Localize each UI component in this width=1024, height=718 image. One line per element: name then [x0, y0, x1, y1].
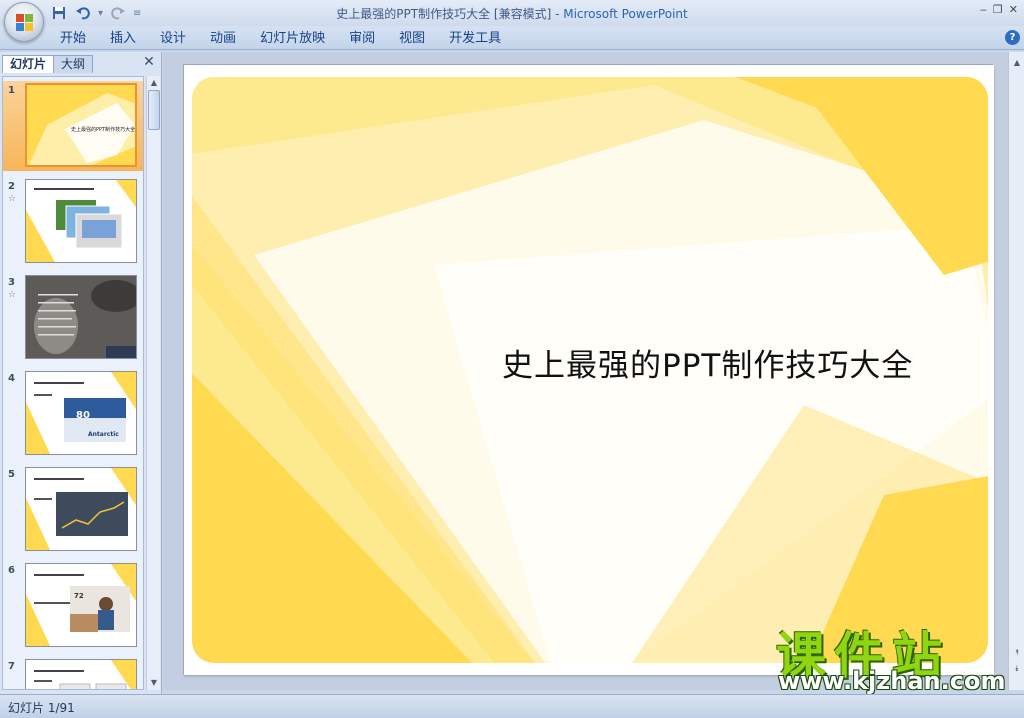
tab-animations[interactable]: 动画: [198, 30, 248, 48]
scroll-thumb[interactable]: [148, 90, 160, 130]
tab-slide-show[interactable]: 幻灯片放映: [248, 30, 337, 48]
title-separator: -: [551, 7, 564, 21]
slide-thumbnail-2[interactable]: 2 ☆: [3, 177, 143, 267]
watermark-url: www.kjzhan.com: [778, 667, 1006, 695]
slide-workspace: 史上最强的PPT制作技巧大全: [163, 52, 1008, 690]
slide-thumbnail-image: [25, 467, 137, 551]
previous-slide-icon[interactable]: ⯭: [1012, 648, 1022, 658]
slide-canvas[interactable]: 史上最强的PPT制作技巧大全: [183, 64, 994, 675]
app-name: Microsoft PowerPoint: [563, 7, 688, 21]
next-slide-icon[interactable]: ⯯: [1012, 664, 1022, 674]
slides-pane: 幻灯片 大纲 ✕ 1 史上最强的PPT制作技巧大全 2 ☆ 3 ☆ 4 80 A…: [0, 52, 162, 694]
window-controls: ‒ ❐ ✕: [980, 3, 1018, 16]
svg-text:72: 72: [74, 592, 84, 600]
office-logo-icon: [16, 14, 34, 32]
svg-text:80: 80: [76, 410, 90, 421]
slide-number: 2: [8, 181, 15, 192]
tab-slides[interactable]: 幻灯片: [2, 55, 55, 73]
slide-number: 1: [8, 85, 15, 96]
watermark-logo: 课件站 www.kjzhan.com: [772, 616, 1010, 696]
slide-number: 4: [8, 373, 15, 384]
restore-icon[interactable]: ❐: [993, 3, 1003, 16]
thumbnail-list: 1 史上最强的PPT制作技巧大全 2 ☆ 3 ☆ 4 80 Antarctic …: [2, 76, 144, 690]
help-icon[interactable]: ?: [1005, 30, 1020, 45]
slide-thumbnail-7[interactable]: 7: [3, 657, 143, 689]
ribbon-tab-bar: 开始 插入 设计 动画 幻灯片放映 审阅 视图 开发工具 ?: [0, 26, 1024, 50]
close-icon[interactable]: ✕: [1009, 3, 1018, 16]
tab-view[interactable]: 视图: [387, 30, 437, 48]
tab-design[interactable]: 设计: [148, 30, 198, 48]
slide-title[interactable]: 史上最强的PPT制作技巧大全: [502, 340, 913, 385]
thumb-title-text: 史上最强的PPT制作技巧大全: [71, 126, 135, 133]
slide-scrollbar[interactable]: ▲ ⯭ ⯯: [1008, 52, 1024, 690]
status-bar: 幻灯片 1/91: [0, 694, 1024, 718]
slide-thumbnail-image: 72: [25, 563, 137, 647]
thumbnail-scrollbar[interactable]: ▲ ▼: [146, 76, 160, 690]
slide-thumbnail-image: 80 Antarctic: [25, 371, 137, 455]
document-title: 史上最强的PPT制作技巧大全 [兼容模式]: [336, 7, 552, 21]
close-pane-icon[interactable]: ✕: [142, 55, 156, 70]
tab-developer[interactable]: 开发工具: [437, 30, 513, 48]
tab-insert[interactable]: 插入: [98, 30, 148, 48]
scroll-up-icon[interactable]: ▲: [1012, 58, 1022, 67]
slide-thumbnail-4[interactable]: 4 80 Antarctic: [3, 369, 143, 459]
office-button[interactable]: [4, 2, 44, 42]
tab-home[interactable]: 开始: [48, 30, 98, 48]
slide-number: 5: [8, 469, 15, 480]
scroll-up-icon[interactable]: ▲: [149, 77, 159, 89]
animation-star-icon: ☆: [8, 290, 17, 300]
scroll-down-icon[interactable]: ▼: [149, 677, 159, 689]
svg-text:Antarctic: Antarctic: [88, 431, 119, 438]
tab-review[interactable]: 审阅: [337, 30, 387, 48]
slide-number: 6: [8, 565, 15, 576]
slide-number: 3: [8, 277, 15, 288]
slide-thumbnail-6[interactable]: 6 72: [3, 561, 143, 651]
slide-thumbnail-5[interactable]: 5: [3, 465, 143, 555]
slide-thumbnail-image: 史上最强的PPT制作技巧大全: [25, 83, 137, 167]
tab-outline[interactable]: 大纲: [53, 55, 94, 73]
window-title: 史上最强的PPT制作技巧大全 [兼容模式] - Microsoft PowerP…: [0, 5, 1024, 22]
slide-thumbnail-1[interactable]: 1 史上最强的PPT制作技巧大全: [3, 81, 143, 171]
slide-thumbnail-3[interactable]: 3 ☆: [3, 273, 143, 363]
title-bar: ▾ ≡ 史上最强的PPT制作技巧大全 [兼容模式] - Microsoft Po…: [0, 0, 1024, 42]
minimize-icon[interactable]: ‒: [980, 3, 987, 16]
slide-thumbnail-image: [25, 275, 137, 359]
slide-thumbnail-image: [25, 179, 137, 263]
slide-counter: 幻灯片 1/91: [8, 701, 75, 715]
slide-thumbnail-image: [25, 659, 137, 689]
animation-star-icon: ☆: [8, 194, 17, 204]
slide-number: 7: [8, 661, 15, 672]
